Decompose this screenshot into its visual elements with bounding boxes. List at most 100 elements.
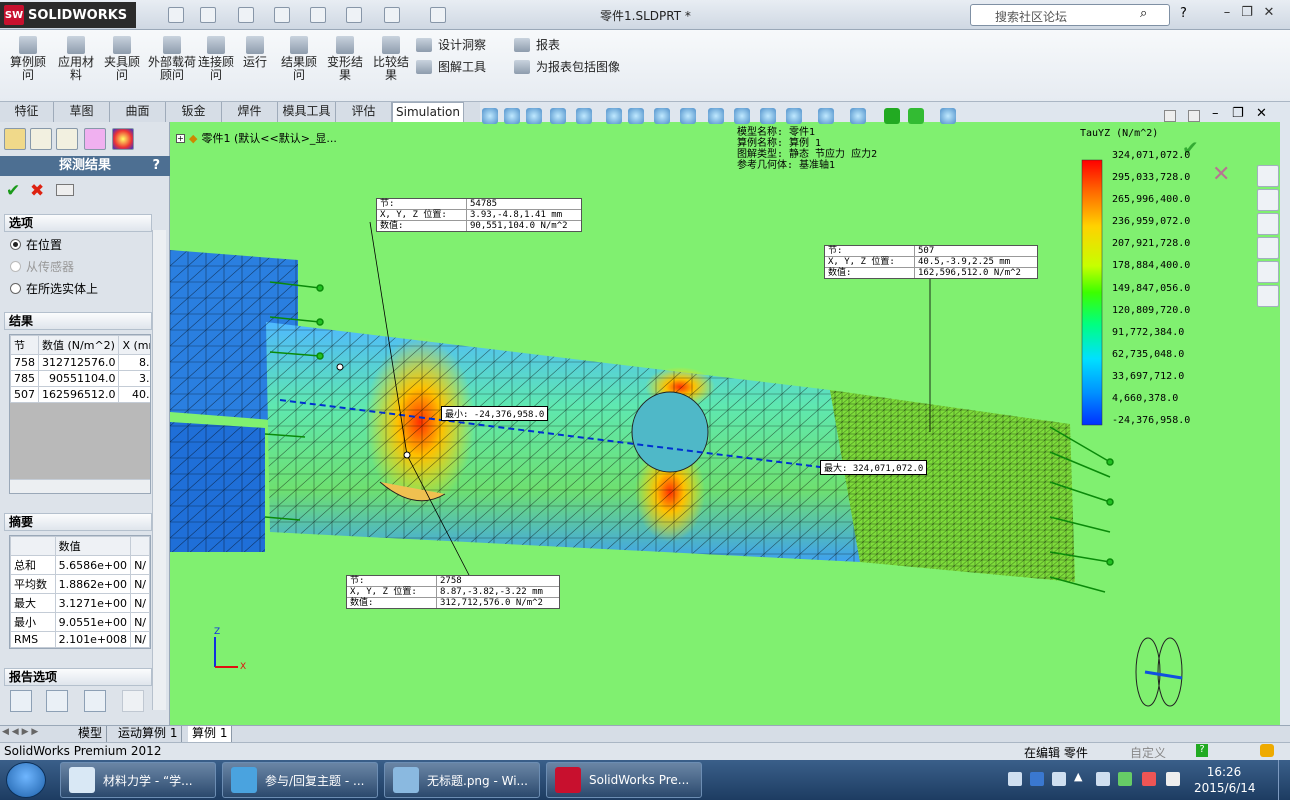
save-icon[interactable] xyxy=(238,7,254,23)
ok-check-icon[interactable]: ✔ xyxy=(6,181,20,201)
dimxpert-tab-icon[interactable] xyxy=(84,128,106,150)
print-icon[interactable] xyxy=(274,7,290,23)
keyboard-icon[interactable] xyxy=(1008,772,1022,786)
table-row[interactable]: RMS 2.101e+008 N/ xyxy=(10,631,150,648)
network-icon[interactable] xyxy=(1118,772,1132,786)
ribbon-small-button-2[interactable]: 报表 xyxy=(514,36,560,53)
summary-table-container[interactable]: 数值 总和 5.6586e+00 N/平均数 1.8862e+00 N/最大 3.1271e… xyxy=(9,535,151,649)
ribbon-button-1[interactable]: 应用材料 xyxy=(56,36,96,98)
hide-show-icon[interactable] xyxy=(628,108,644,124)
table-row[interactable]: 最大 3.1271e+00 N/ xyxy=(10,593,150,613)
option-on-selected-entities[interactable]: 在所选实体上 xyxy=(10,280,98,297)
edit-appearance-icon[interactable] xyxy=(654,108,670,124)
option-at-location[interactable]: 在位置 xyxy=(10,236,62,253)
zoom-to-fit-icon[interactable] xyxy=(482,108,498,124)
ribbon-button-2[interactable]: 夹具顾问 xyxy=(102,36,142,98)
taskbar-item-3[interactable]: SolidWorks Pre... xyxy=(546,762,702,798)
ribbon-button-6[interactable]: 结果顾问 xyxy=(278,36,320,98)
results-column-header[interactable]: 数值 (N/m^2) xyxy=(37,335,120,355)
solidworks-logo[interactable]: SW SOLIDWORKS xyxy=(0,2,136,28)
solidworks-resources-icon[interactable] xyxy=(1257,165,1279,187)
display-manager-tab-icon[interactable] xyxy=(112,128,134,150)
tab-4[interactable]: 焊件 xyxy=(222,102,278,122)
ribbon-button-0[interactable]: 算例顾问 xyxy=(8,36,48,98)
expand-icon[interactable]: + xyxy=(176,133,185,143)
summary-section-header[interactable]: 摘要 xyxy=(4,513,152,531)
pushpin-icon[interactable] xyxy=(56,184,74,196)
doc-restore-icon[interactable]: ❐ xyxy=(1232,106,1244,121)
report-export-icon[interactable] xyxy=(10,690,32,712)
start-button[interactable] xyxy=(6,762,46,798)
action-center-icon[interactable] xyxy=(1096,772,1110,786)
restore-icon[interactable]: ❐ xyxy=(1238,5,1256,21)
table-row[interactable]: 78590551104.03.93 xyxy=(10,370,150,387)
tile-icon[interactable] xyxy=(1164,110,1176,122)
options-section-header[interactable]: 选项 xyxy=(4,214,152,232)
doc-close-icon[interactable]: ✕ xyxy=(1256,106,1267,121)
ribbon-small-button-0[interactable]: 设计洞察 xyxy=(416,36,486,53)
report-save-icon[interactable] xyxy=(46,690,68,712)
clock[interactable]: 16:26 2015/6/14 xyxy=(1194,764,1256,796)
probe-callout[interactable]: 节: 2758 X, Y, Z 位置: 8.87,-3.82,-3.22 mm 数值: 3… xyxy=(346,575,560,609)
show-desktop-button[interactable] xyxy=(1278,760,1290,800)
results-column-header[interactable]: X (mm) xyxy=(118,335,150,355)
table-row[interactable]: 507162596512.040.49 xyxy=(10,386,150,403)
status-custom[interactable]: 自定义 xyxy=(1130,744,1166,761)
doc-minimize-icon[interactable]: – xyxy=(1212,106,1219,121)
taskbar-item-2[interactable]: 无标题.png - Wi... xyxy=(384,762,540,798)
previous-view-icon[interactable] xyxy=(526,108,542,124)
rotate-icon[interactable] xyxy=(760,108,776,124)
taskbar-item-1[interactable]: 参与/回复主题 - ... xyxy=(222,762,378,798)
table-row[interactable]: 最小 9.0551e+00 N/ xyxy=(10,612,150,632)
probe-callout[interactable]: 节: 54785 X, Y, Z 位置: 3.93,-4.8,1.41 mm 数值: 90… xyxy=(376,198,582,232)
bottom-tab-0[interactable]: 模型 xyxy=(74,726,108,742)
iso-clip-icon[interactable] xyxy=(884,108,900,124)
report-options-section-header[interactable]: 报告选项 xyxy=(4,668,152,686)
feature-tree-root[interactable]: + ◆ 零件1 (默认<<默认>_显... xyxy=(176,130,337,146)
open-file-icon[interactable] xyxy=(200,7,216,23)
help-button[interactable]: ? xyxy=(1180,6,1187,21)
deformed-shape-icon[interactable] xyxy=(786,108,802,124)
undo-icon[interactable] xyxy=(310,7,326,23)
results-horizontal-scrollbar[interactable] xyxy=(10,479,150,493)
ribbon-small-button-1[interactable]: 图解工具 xyxy=(416,58,486,75)
tab-5[interactable]: 模具工具 xyxy=(278,102,336,122)
status-help-icon[interactable]: ? xyxy=(1196,744,1208,757)
report-plot-icon[interactable] xyxy=(84,690,106,712)
file-explorer-icon[interactable] xyxy=(1257,213,1279,235)
status-tag-icon[interactable] xyxy=(1260,744,1274,757)
section-view-icon[interactable] xyxy=(550,108,566,124)
table-row[interactable]: 总和 5.6586e+00 N/ xyxy=(10,555,150,575)
radio-icon[interactable] xyxy=(10,283,21,294)
tab-3[interactable]: 钣金 xyxy=(166,102,222,122)
pen-tray-icon[interactable] xyxy=(1052,772,1066,786)
plot-settings-icon[interactable] xyxy=(940,108,956,124)
viewport-cancel-icon[interactable]: ✕ xyxy=(1212,162,1230,187)
view-orientation-icon[interactable] xyxy=(576,108,592,124)
show-hidden-icon[interactable]: ▲ xyxy=(1074,770,1088,784)
ribbon-small-button-3[interactable]: 为报表包括图像 xyxy=(514,58,620,75)
section-clip-icon[interactable] xyxy=(908,108,924,124)
results-table-container[interactable]: 节数值 (N/m^2)X (mm)758312712576.08.8778590… xyxy=(9,334,151,494)
volume-icon[interactable] xyxy=(1142,772,1156,786)
panel-scrollbar[interactable] xyxy=(152,230,166,710)
table-row[interactable]: 758312712576.08.87 xyxy=(10,354,150,371)
radio-selected-icon[interactable] xyxy=(10,239,21,250)
results-column-header[interactable]: 节 xyxy=(10,335,39,355)
ribbon-button-8[interactable]: 比较结果 xyxy=(370,36,412,98)
probe-icon[interactable] xyxy=(818,108,834,124)
cancel-x-icon[interactable]: ✖ xyxy=(30,181,44,201)
table-row[interactable]: 平均数 1.8862e+00 N/ xyxy=(10,574,150,594)
property-manager-tab-icon[interactable] xyxy=(30,128,52,150)
select-icon[interactable] xyxy=(346,7,362,23)
ribbon-button-3[interactable]: 外部载荷顾问 xyxy=(148,36,196,98)
bottom-tab-2[interactable]: 算例 1 xyxy=(188,726,233,742)
tab-0[interactable]: 特征 xyxy=(0,102,54,122)
search-icon[interactable]: ⌕ xyxy=(1140,6,1147,21)
display-style-icon[interactable] xyxy=(606,108,622,124)
custom-properties-icon[interactable] xyxy=(1257,285,1279,307)
rebuild-icon[interactable] xyxy=(384,7,400,23)
tab-2[interactable]: 曲面 xyxy=(110,102,166,122)
bottom-tab-1[interactable]: 运动算例 1 xyxy=(114,726,183,742)
view-palette-icon[interactable] xyxy=(1257,237,1279,259)
